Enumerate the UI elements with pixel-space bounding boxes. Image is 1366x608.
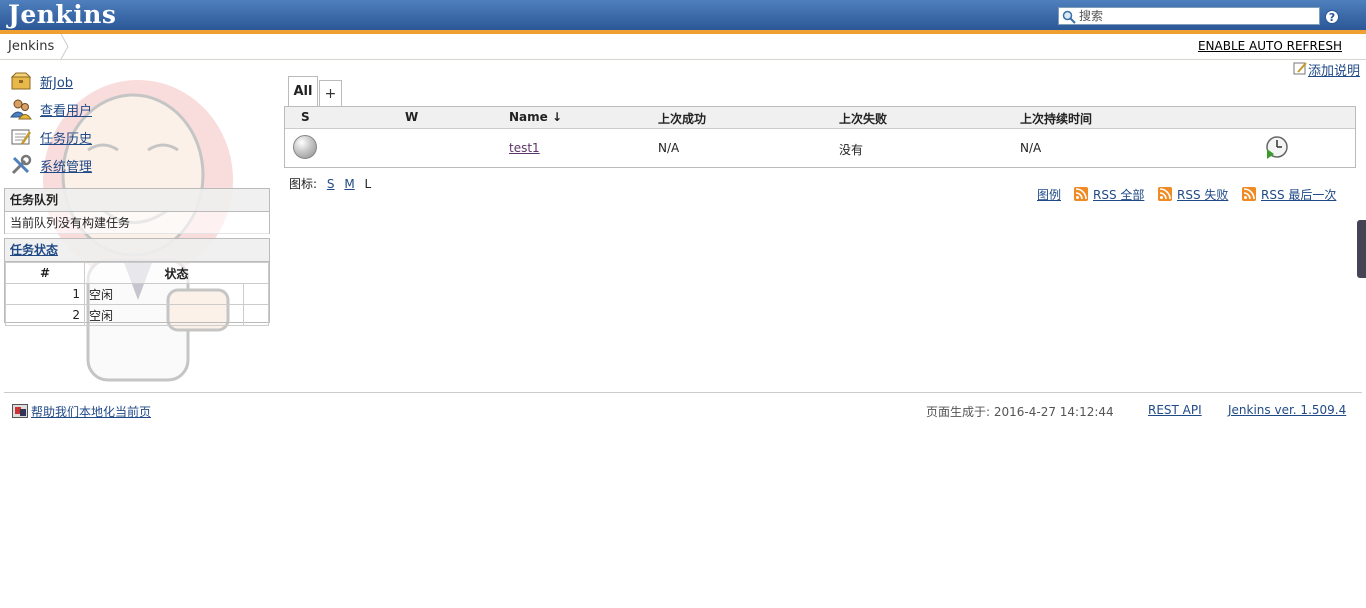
footer-divider — [4, 392, 1362, 393]
breadcrumb-item-jenkins[interactable]: Jenkins — [8, 34, 54, 59]
sidebar-item-label[interactable]: 任务历史 — [40, 128, 92, 147]
legend-link[interactable]: 图例 — [1037, 186, 1061, 203]
translate-icon — [12, 404, 28, 418]
rest-api-link[interactable]: REST API — [1148, 403, 1202, 417]
executor-status: 空闲 — [84, 283, 244, 305]
rss-icon — [1074, 187, 1088, 201]
edit-note-icon — [1293, 62, 1307, 75]
executors-title-link[interactable]: 任务状态 — [10, 243, 58, 257]
jobs-table: S W Name ↓ 上次成功 上次失败 上次持续时间 test1 N/A 没有… — [284, 106, 1356, 168]
column-header-last-duration[interactable]: 上次持续时间 — [1020, 110, 1092, 127]
column-header-last-success[interactable]: 上次成功 — [658, 110, 706, 127]
job-last-success: N/A — [658, 141, 680, 155]
jenkins-version-link[interactable]: Jenkins ver. 1.509.4 — [1228, 403, 1346, 417]
page-generated-timestamp: 页面生成于: 2016-4-27 14:12:44 — [926, 405, 1114, 419]
build-history-icon — [11, 129, 32, 145]
rss-failures-label[interactable]: RSS 失败 — [1177, 186, 1228, 203]
table-row: test1 N/A 没有 N/A — [285, 129, 1355, 167]
executor-action-cell — [243, 283, 269, 305]
job-last-failure: 没有 — [839, 143, 864, 157]
manage-jenkins-icon — [11, 154, 32, 175]
jobs-table-header: S W Name ↓ 上次成功 上次失败 上次持续时间 — [285, 107, 1355, 129]
column-header-status[interactable]: S — [301, 110, 310, 124]
executor-status-header: 状态 — [84, 262, 269, 284]
add-description-label[interactable]: 添加说明 — [1308, 60, 1360, 79]
breadcrumb: Jenkins ENABLE AUTO REFRESH — [0, 34, 1366, 60]
icon-size-label: 图标: — [289, 177, 318, 191]
executors-header: 任务状态 — [5, 239, 269, 262]
executor-status: 空闲 — [84, 304, 244, 326]
new-job-icon — [10, 72, 32, 90]
jenkins-logo[interactable]: Jenkins — [8, 0, 116, 30]
breadcrumb-chevron-icon — [60, 34, 69, 59]
icon-size-large-current: L — [364, 177, 372, 191]
search-box[interactable] — [1058, 7, 1320, 25]
icon-size-small-link[interactable]: S — [327, 177, 335, 191]
localize-page-label[interactable]: 帮助我们本地化当前页 — [31, 403, 151, 420]
schedule-build-icon[interactable] — [1265, 135, 1289, 159]
column-header-name[interactable]: Name ↓ — [509, 110, 562, 124]
search-icon — [1062, 10, 1076, 24]
icon-size-selector: 图标: S M L — [289, 175, 377, 192]
rss-latest-label[interactable]: RSS 最后一次 — [1261, 186, 1336, 203]
sidebar-item-label[interactable]: 查看用户 — [40, 100, 92, 119]
tab-new-view[interactable]: + — [319, 80, 342, 106]
build-queue-empty-text: 当前队列没有构建任务 — [5, 212, 269, 234]
side-panel-handle[interactable] — [1357, 220, 1366, 278]
build-queue-pane: 任务队列 当前队列没有构建任务 — [4, 188, 270, 234]
sidebar-item-label[interactable]: 新Job — [40, 72, 73, 91]
search-input[interactable] — [1079, 8, 1317, 24]
rss-all-label[interactable]: RSS 全部 — [1093, 186, 1144, 203]
people-icon — [10, 99, 32, 120]
job-status-ball-icon — [293, 135, 317, 159]
executors-pane: 任务状态 # 状态 1 空闲 2 空闲 — [4, 238, 270, 326]
executor-action-cell — [243, 304, 269, 326]
job-name-link[interactable]: test1 — [509, 141, 540, 155]
executors-table: # 状态 1 空闲 2 空闲 — [5, 262, 269, 326]
executor-number: 2 — [5, 304, 85, 326]
tab-all[interactable]: All — [288, 76, 318, 106]
table-row: 1 空闲 — [5, 283, 269, 305]
table-row: 2 空闲 — [5, 304, 269, 326]
header-bar: Jenkins ? — [0, 0, 1366, 30]
enable-auto-refresh-link[interactable]: ENABLE AUTO REFRESH — [1198, 39, 1342, 53]
executors-header-row: # 状态 — [5, 262, 269, 284]
executor-number-header: # — [5, 262, 85, 284]
build-queue-title: 任务队列 — [5, 189, 269, 212]
column-header-weather[interactable]: W — [405, 110, 418, 124]
rss-icon — [1242, 187, 1256, 201]
sidebar-item-label[interactable]: 系统管理 — [40, 156, 92, 175]
job-last-duration: N/A — [1020, 141, 1042, 155]
icon-size-medium-link[interactable]: M — [344, 177, 354, 191]
column-header-last-failure[interactable]: 上次失败 — [839, 110, 887, 127]
help-icon[interactable]: ? — [1325, 10, 1339, 24]
executor-number: 1 — [5, 283, 85, 305]
rss-icon — [1158, 187, 1172, 201]
